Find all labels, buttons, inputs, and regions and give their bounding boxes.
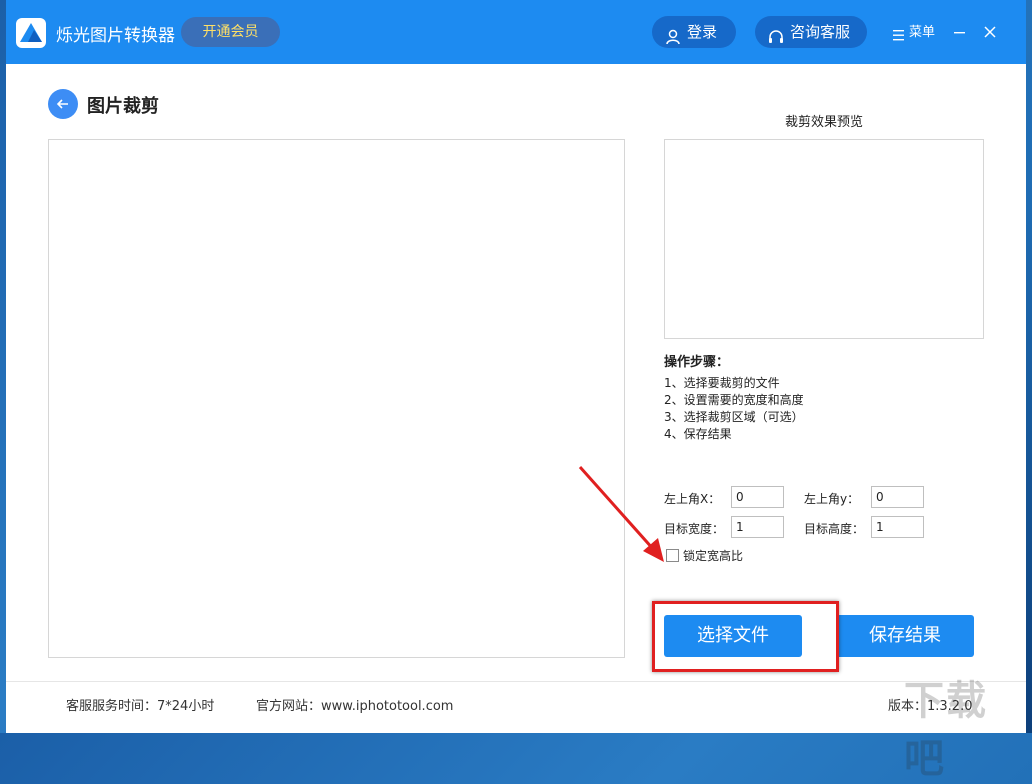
user-icon [665,24,681,56]
login-button[interactable]: 登录 [652,16,736,48]
crop-canvas[interactable] [48,139,625,658]
top-left-y-label: 左上角y： [804,492,860,506]
annotation-arrow-icon [578,466,664,562]
minimize-icon[interactable] [950,22,970,42]
headset-icon [768,24,784,56]
step-item: 4、保存结果 [664,427,732,441]
close-icon[interactable] [980,22,1000,42]
top-left-x-input[interactable] [731,486,784,508]
app-logo-icon [16,18,46,48]
support-label: 咨询客服 [790,23,851,41]
menu-label: 菜单 [909,25,936,40]
crop-preview [664,139,984,339]
menu-lines-icon [893,27,904,49]
watermark: 下载吧 [904,678,988,782]
back-arrow-icon[interactable] [48,89,78,119]
step-item: 1、选择要裁剪的文件 [664,376,780,390]
target-height-label: 目标高度： [804,522,865,536]
target-height-input[interactable] [871,516,924,538]
step-item: 3、选择裁剪区域（可选） [664,410,804,424]
footer-divider [6,681,1026,682]
target-width-input[interactable] [731,516,784,538]
select-file-button[interactable]: 选择文件 [664,615,802,657]
title-bar: 烁光图片转换器 开通会员 登录 咨询客服 菜单 [6,0,1026,64]
footer-service-hours: 客服服务时间：7*24小时 [66,699,215,714]
vip-button[interactable]: 开通会员 [181,17,280,47]
page-title: 图片裁剪 [87,96,159,117]
support-button[interactable]: 咨询客服 [755,16,867,48]
preview-title: 裁剪效果预览 [784,115,863,130]
app-title: 烁光图片转换器 [56,26,175,46]
login-label: 登录 [687,23,718,41]
app-window: 烁光图片转换器 开通会员 登录 咨询客服 菜单 图片裁剪 裁剪效果预览 操作步骤… [6,0,1026,782]
lock-ratio-label: 锁定宽高比 [683,549,744,563]
step-item: 2、设置需要的宽度和高度 [664,393,804,407]
steps-title: 操作步骤： [664,355,730,370]
save-result-button[interactable]: 保存结果 [836,615,974,657]
top-left-y-input[interactable] [871,486,924,508]
footer-website-link[interactable]: 官方网站：www.iphototool.com [256,695,453,714]
